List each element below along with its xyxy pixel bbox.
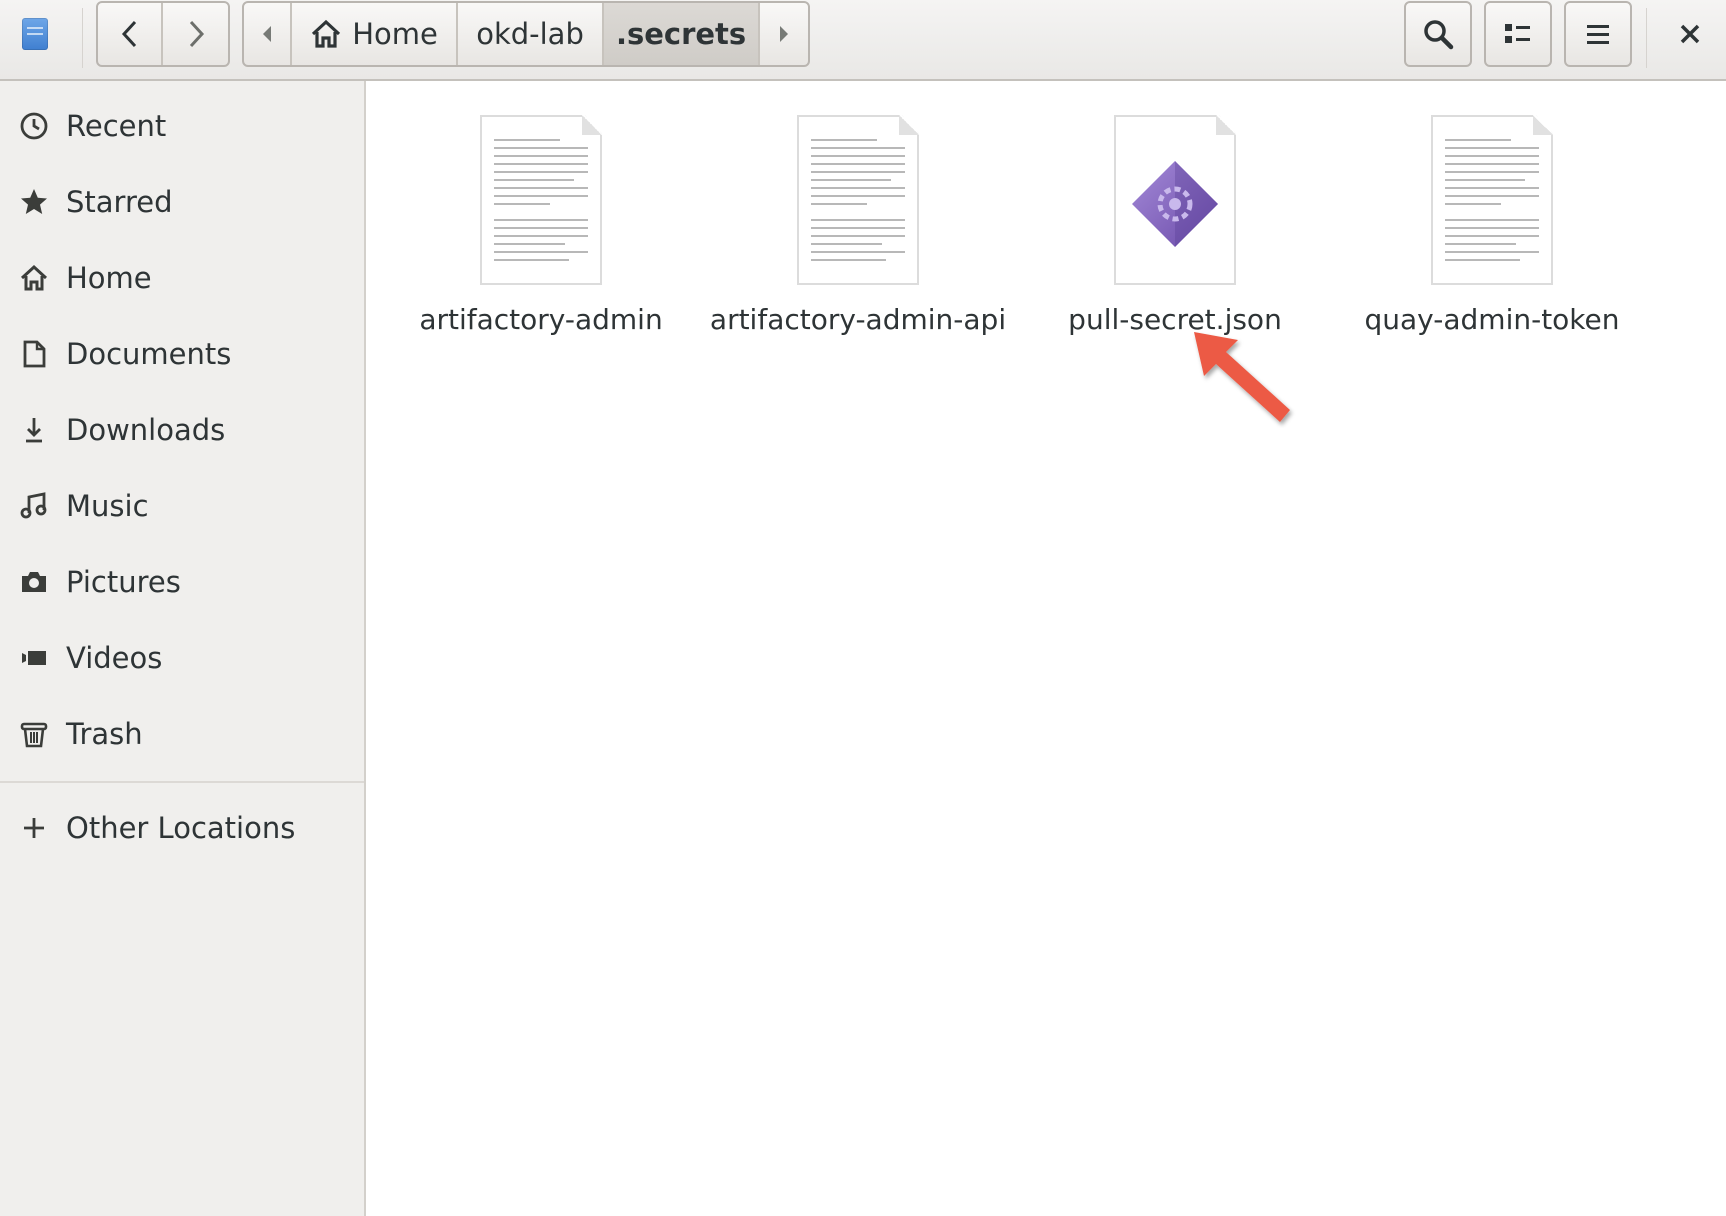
breadcrumb-label: Home: [352, 17, 438, 51]
sidebar-item-other-locations[interactable]: Other Locations: [0, 798, 364, 858]
sidebar-item-label: Pictures: [66, 565, 181, 599]
view-toggle-button[interactable]: [1484, 1, 1552, 67]
sidebar-item-home[interactable]: Home: [0, 248, 364, 308]
text-file-icon: [797, 115, 919, 285]
sidebar-item-label: Recent: [66, 109, 167, 143]
search-icon: [1424, 20, 1454, 50]
trash-icon: [17, 717, 51, 751]
chevron-left-icon: [121, 20, 136, 48]
camera-icon: [17, 565, 51, 599]
file-name: artifactory-admin: [419, 303, 663, 336]
file-view: artifactory-admin artifactory-admin-api: [368, 83, 1726, 1216]
file-name: artifactory-admin-api: [709, 303, 1007, 336]
breadcrumb-label: .secrets: [615, 17, 747, 51]
close-window-button[interactable]: [1668, 14, 1712, 54]
navigation-buttons: [96, 1, 230, 67]
sidebar-item-videos[interactable]: Videos: [0, 628, 364, 688]
back-button[interactable]: [98, 3, 163, 65]
sidebar-item-label: Documents: [66, 337, 232, 371]
sidebar-item-label: Music: [66, 489, 149, 523]
download-icon: [17, 413, 51, 447]
close-icon: [1680, 24, 1700, 44]
breadcrumb-label: okd-lab: [476, 17, 584, 51]
breadcrumb-okd-lab[interactable]: okd-lab: [458, 3, 605, 65]
search-button[interactable]: [1404, 1, 1472, 67]
chevron-right-icon: [189, 20, 204, 48]
path-scroll-right-button[interactable]: [760, 3, 808, 65]
home-icon: [17, 261, 51, 295]
header-separator: [1646, 8, 1647, 68]
pointer-arrow-icon: [1194, 332, 1290, 422]
star-icon: [17, 185, 51, 219]
file-item[interactable]: quay-admin-token: [1342, 115, 1642, 345]
text-file-icon: [1431, 115, 1553, 285]
file-name: quay-admin-token: [1364, 303, 1620, 336]
breadcrumb-secrets[interactable]: .secrets: [604, 3, 761, 65]
sidebar-item-label: Downloads: [66, 413, 226, 447]
path-bar: Home okd-lab .secrets: [242, 1, 810, 67]
sidebar-item-trash[interactable]: Trash: [0, 704, 364, 764]
sidebar-item-starred[interactable]: Starred: [0, 172, 364, 232]
sidebar-item-pictures[interactable]: Pictures: [0, 552, 364, 612]
list-view-icon: [1505, 24, 1530, 43]
file-item[interactable]: artifactory-admin-api: [708, 115, 1008, 345]
sidebar-separator: [0, 781, 364, 783]
home-icon: [310, 19, 342, 49]
hamburger-menu-icon: [1587, 25, 1609, 44]
sidebar-item-label: Starred: [66, 185, 173, 219]
music-icon: [17, 489, 51, 523]
header-separator: [82, 8, 83, 68]
menu-button[interactable]: [1564, 1, 1632, 67]
header-bar: Home okd-lab .secrets: [0, 0, 1726, 81]
triangle-right-icon: [780, 26, 789, 42]
forward-button[interactable]: [163, 3, 228, 65]
file-item[interactable]: artifactory-admin: [391, 115, 691, 345]
sidebar-item-label: Trash: [66, 717, 143, 751]
sidebar-item-recent[interactable]: Recent: [0, 96, 364, 156]
sidebar-item-downloads[interactable]: Downloads: [0, 400, 364, 460]
file-item[interactable]: pull-secret.json: [1025, 115, 1325, 345]
sidebar-item-label: Videos: [66, 641, 163, 675]
json-file-icon: [1114, 115, 1236, 285]
triangle-left-icon: [263, 26, 272, 42]
sidebar-item-documents[interactable]: Documents: [0, 324, 364, 384]
breadcrumb-home[interactable]: Home: [292, 3, 459, 65]
sidebar-item-label: Other Locations: [66, 811, 296, 845]
document-icon: [17, 337, 51, 371]
clock-icon: [17, 109, 51, 143]
sidebar-item-label: Home: [66, 261, 152, 295]
path-scroll-left-button[interactable]: [244, 3, 293, 65]
text-file-icon: [480, 115, 602, 285]
sidebar: Recent Starred Home Documents Downloads …: [0, 81, 366, 1216]
video-icon: [17, 641, 51, 675]
files-app-icon: [22, 18, 48, 50]
plus-icon: [17, 811, 51, 845]
sidebar-item-music[interactable]: Music: [0, 476, 364, 536]
